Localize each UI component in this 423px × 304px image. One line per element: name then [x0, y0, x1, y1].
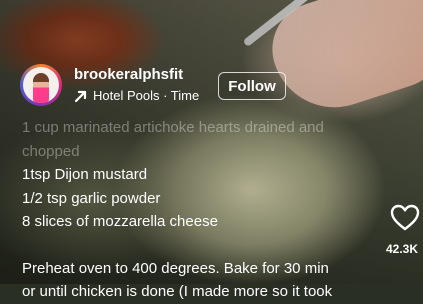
caption-line: Preheat oven to 400 degrees. Bake for 30… — [22, 259, 329, 277]
music-info[interactable]: Hotel Pools · Time — [74, 88, 199, 103]
caption-line — [22, 234, 382, 257]
caption-line: chopped — [22, 142, 80, 160]
username[interactable]: brookeralphsfit — [74, 66, 183, 83]
heart-icon — [390, 204, 420, 231]
caption[interactable]: 1 cup marinated artichoke hearts drained… — [22, 116, 382, 304]
caption-line: 1/2 tsp garlic powder — [22, 189, 161, 207]
follow-button[interactable]: Follow — [218, 72, 286, 100]
caption-line: 1 cup marinated artichoke hearts drained… — [22, 119, 324, 136]
music-label: Hotel Pools · Time — [93, 88, 200, 103]
like-count: 42.3K — [386, 242, 419, 256]
like-button[interactable] — [389, 202, 421, 234]
avatar-photo — [23, 67, 59, 103]
caption-line: 8 slices of mozzarella cheese — [22, 213, 218, 230]
avatar-person-icon — [33, 73, 49, 103]
arrow-icon — [74, 90, 87, 102]
caption-line: 1tsp Dijon mustard — [22, 166, 148, 183]
avatar[interactable] — [20, 64, 62, 106]
